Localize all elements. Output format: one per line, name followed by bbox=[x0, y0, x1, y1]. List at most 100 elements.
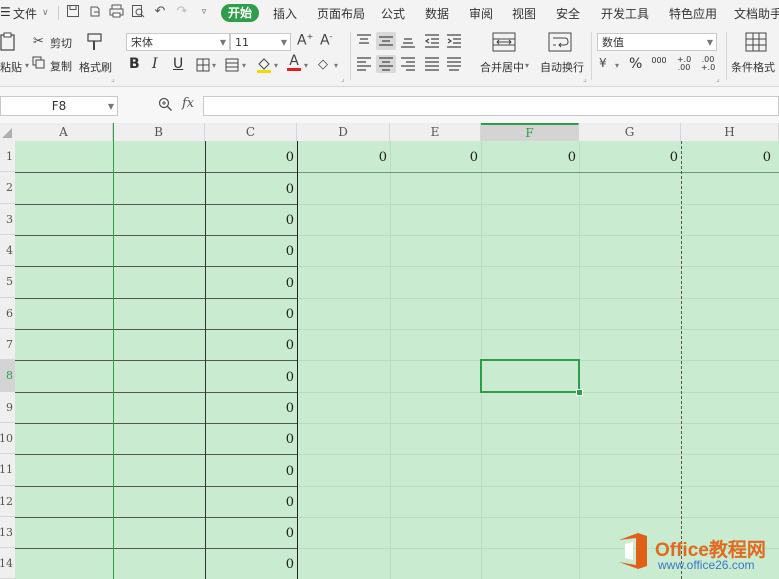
row-header-6[interactable]: 6 bbox=[0, 298, 15, 329]
cell-d1[interactable]: 0 bbox=[300, 150, 387, 165]
align-right-icon[interactable] bbox=[400, 57, 416, 74]
fx-icon[interactable]: fx bbox=[182, 96, 194, 111]
chevron-down-icon[interactable]: ▾ bbox=[212, 61, 216, 70]
column-header-d[interactable]: D bbox=[297, 123, 390, 141]
undo-icon[interactable]: ↶ bbox=[152, 4, 168, 20]
paste-icon[interactable] bbox=[0, 32, 18, 55]
copy-icon[interactable] bbox=[32, 56, 45, 72]
font-color-icon[interactable]: A bbox=[287, 54, 301, 71]
row-header-11[interactable]: 11 bbox=[0, 454, 15, 486]
column-header-c[interactable]: C bbox=[205, 123, 297, 141]
chevron-down-icon[interactable]: ▾ bbox=[242, 61, 246, 70]
tab-view[interactable]: 视图 bbox=[512, 5, 536, 22]
column-header-h[interactable]: H bbox=[681, 123, 779, 141]
tab-formulas[interactable]: 公式 bbox=[381, 5, 405, 22]
underline-button[interactable]: U bbox=[173, 56, 183, 72]
zoom-search-icon[interactable] bbox=[158, 97, 173, 115]
scissors-icon[interactable]: ✂ bbox=[33, 34, 44, 49]
row-header-9[interactable]: 9 bbox=[0, 392, 15, 423]
format-painter-button[interactable]: 格式刷 bbox=[79, 59, 112, 75]
row-header-13[interactable]: 13 bbox=[0, 517, 15, 548]
row-header-1[interactable]: 1 bbox=[0, 141, 15, 172]
tab-special[interactable]: 特色应用 bbox=[669, 5, 717, 22]
formula-input[interactable] bbox=[203, 96, 779, 116]
cell-c13[interactable]: 0 bbox=[207, 526, 294, 541]
cell-g1[interactable]: 0 bbox=[581, 150, 678, 165]
paste-label[interactable]: 粘贴 bbox=[0, 59, 22, 75]
increase-indent-icon[interactable] bbox=[446, 34, 462, 51]
column-header-e[interactable]: E bbox=[390, 123, 481, 141]
number-format-select[interactable]: 数值 ▼ bbox=[597, 33, 717, 51]
cell-f1[interactable]: 0 bbox=[483, 150, 576, 165]
cell-c7[interactable]: 0 bbox=[207, 338, 294, 353]
fill-color-icon[interactable] bbox=[256, 56, 272, 76]
row-header-4[interactable]: 4 bbox=[0, 235, 15, 266]
merge-center-button[interactable]: 合并居中 bbox=[480, 59, 524, 75]
row-header-5[interactable]: 5 bbox=[0, 266, 15, 298]
tab-review[interactable]: 审阅 bbox=[469, 5, 493, 22]
chevron-down-icon[interactable]: ▾ bbox=[334, 61, 338, 70]
cell-c2[interactable]: 0 bbox=[207, 182, 294, 197]
cell-c9[interactable]: 0 bbox=[207, 401, 294, 416]
tab-page-layout[interactable]: 页面布局 bbox=[317, 5, 365, 22]
name-box[interactable]: F8 ▼ bbox=[0, 96, 118, 116]
column-header-a[interactable]: A bbox=[15, 123, 113, 141]
currency-icon[interactable]: ¥ bbox=[599, 56, 607, 70]
decrease-decimal-button[interactable]: .00 +.0 bbox=[697, 56, 719, 72]
row-header-7[interactable]: 7 bbox=[0, 329, 15, 360]
cut-button[interactable]: 剪切 bbox=[50, 35, 72, 51]
wrap-text-button[interactable]: 自动换行 bbox=[540, 59, 584, 75]
bold-button[interactable]: B bbox=[129, 56, 140, 72]
row-header-8[interactable]: 8 bbox=[0, 360, 15, 392]
active-cell-f8[interactable] bbox=[480, 359, 580, 393]
align-bottom-icon[interactable] bbox=[400, 34, 416, 51]
row-header-10[interactable]: 10 bbox=[0, 423, 15, 454]
font-name-select[interactable]: 宋体 ▼ bbox=[126, 33, 230, 51]
cell-c4[interactable]: 0 bbox=[207, 244, 294, 259]
save-icon[interactable] bbox=[65, 4, 81, 20]
column-header-b[interactable]: B bbox=[113, 123, 205, 141]
app-menu-icon[interactable]: ☰ bbox=[0, 5, 11, 19]
cell-c8[interactable]: 0 bbox=[207, 370, 294, 385]
cell-h1[interactable]: 0 bbox=[683, 150, 771, 165]
tab-insert[interactable]: 插入 bbox=[273, 5, 297, 22]
align-left-icon[interactable] bbox=[356, 57, 372, 74]
distributed-icon[interactable] bbox=[446, 57, 462, 74]
fill-handle[interactable] bbox=[576, 389, 583, 396]
tab-data[interactable]: 数据 bbox=[425, 5, 449, 22]
redo-icon[interactable]: ↷ bbox=[174, 4, 190, 20]
format-painter-icon[interactable] bbox=[86, 32, 104, 55]
tab-doc-assistant[interactable]: 文档助手 bbox=[734, 5, 779, 22]
cell-c5[interactable]: 0 bbox=[207, 276, 294, 291]
copy-button[interactable]: 复制 bbox=[50, 58, 72, 74]
align-middle-icon[interactable] bbox=[376, 32, 396, 50]
row-header-3[interactable]: 3 bbox=[0, 204, 15, 235]
border-icon[interactable] bbox=[196, 58, 210, 75]
print-icon[interactable] bbox=[108, 4, 124, 20]
chevron-down-icon[interactable]: ▾ bbox=[274, 61, 278, 70]
font-size-select[interactable]: 11 ▼ bbox=[230, 33, 291, 51]
column-header-f[interactable]: F bbox=[481, 123, 579, 141]
conditional-format-button[interactable]: 条件格式 bbox=[731, 59, 775, 75]
percent-button[interactable]: % bbox=[629, 56, 642, 72]
tab-developer[interactable]: 开发工具 bbox=[601, 5, 649, 22]
chevron-down-icon[interactable]: ▾ bbox=[525, 61, 529, 70]
align-center-icon[interactable] bbox=[376, 55, 396, 73]
italic-button[interactable]: I bbox=[152, 56, 158, 72]
number-launcher-icon[interactable]: ⌟ bbox=[716, 74, 720, 83]
tab-security[interactable]: 安全 bbox=[556, 5, 580, 22]
increase-font-icon[interactable]: A+ bbox=[297, 32, 313, 49]
wrap-text-icon[interactable] bbox=[548, 32, 572, 55]
row-header-12[interactable]: 12 bbox=[0, 486, 15, 517]
fill-pattern-icon[interactable] bbox=[225, 58, 239, 75]
cell-c14[interactable]: 0 bbox=[207, 557, 294, 572]
chevron-down-icon[interactable]: ▾ bbox=[304, 61, 308, 70]
menu-file[interactable]: 文件 bbox=[13, 5, 37, 22]
merge-center-icon[interactable] bbox=[492, 32, 516, 55]
column-header-g[interactable]: G bbox=[579, 123, 681, 141]
row-header-14[interactable]: 14 bbox=[0, 548, 15, 579]
decrease-font-icon[interactable]: A- bbox=[320, 32, 332, 49]
paste-dropdown-icon[interactable]: ▾ bbox=[25, 61, 29, 70]
select-all-icon[interactable] bbox=[2, 128, 12, 138]
cell-c11[interactable]: 0 bbox=[207, 464, 294, 479]
